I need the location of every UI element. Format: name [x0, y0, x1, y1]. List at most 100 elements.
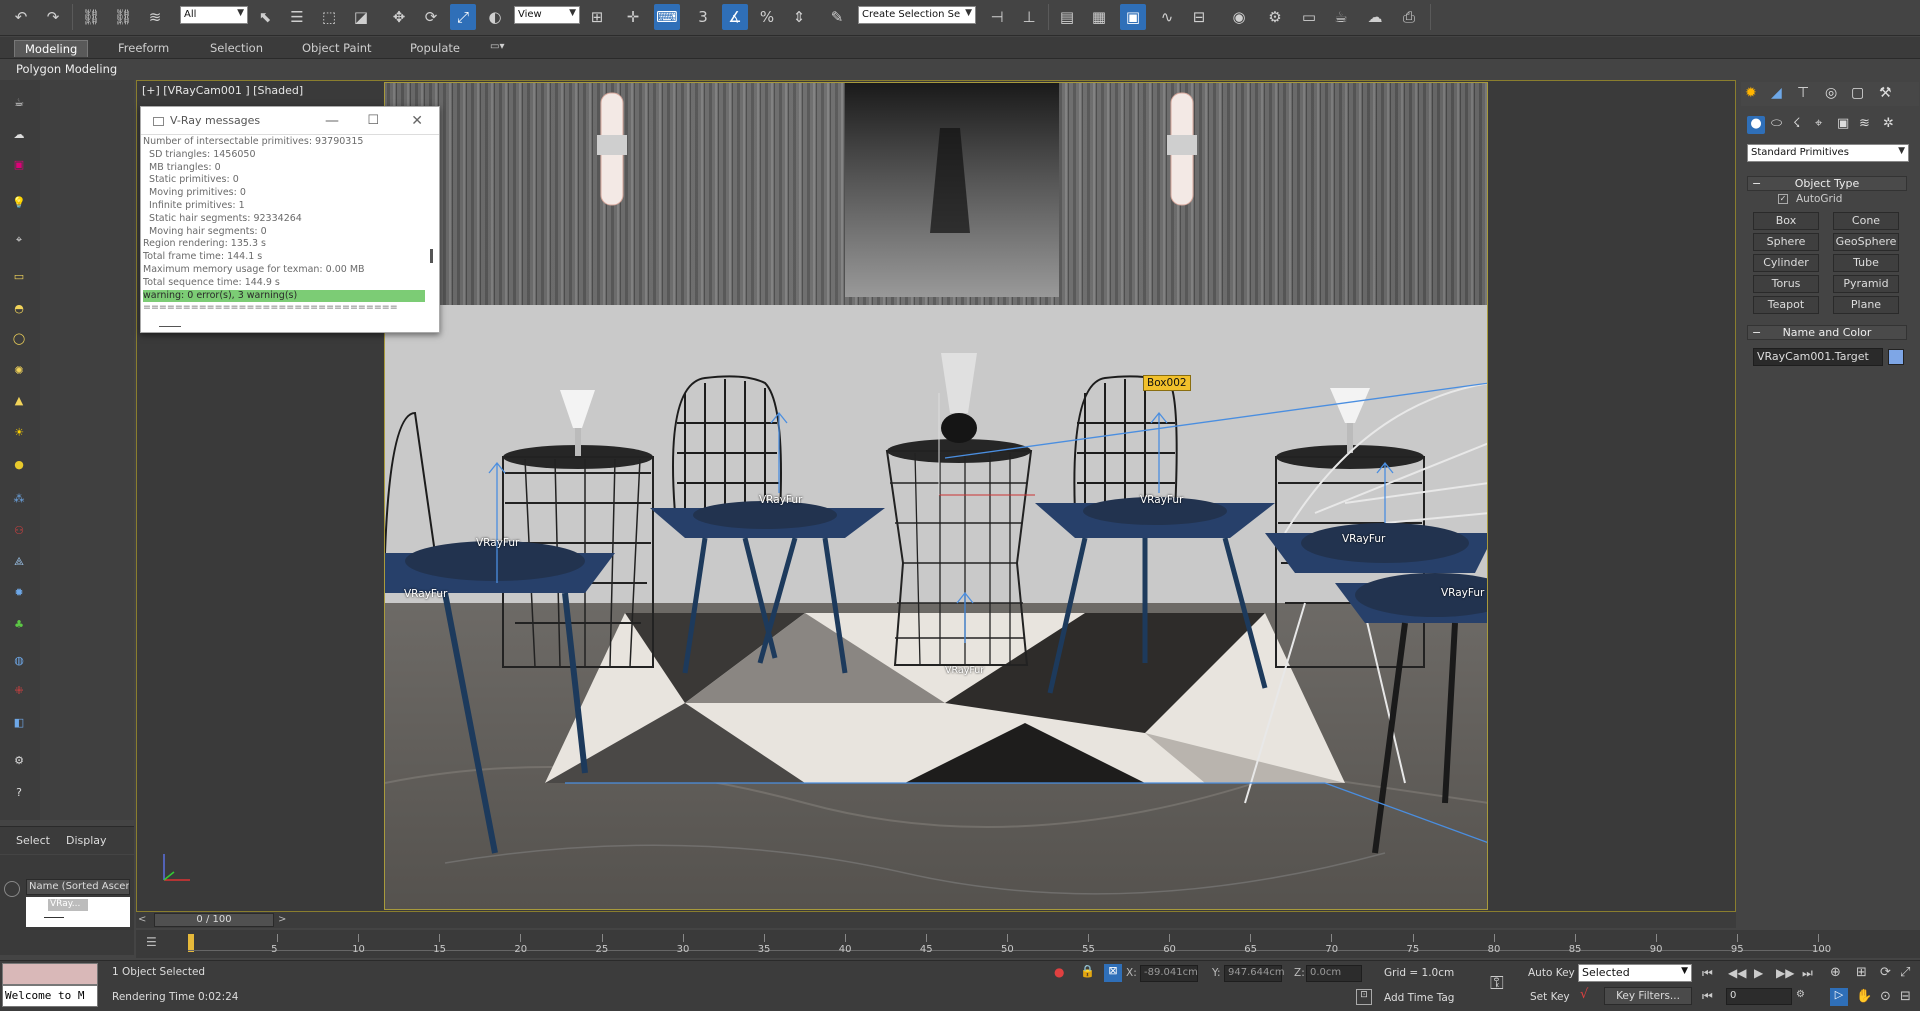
- systems-category-icon[interactable]: ✲: [1883, 116, 1894, 131]
- zoom-icon[interactable]: ⊕: [1830, 965, 1841, 980]
- rectangular-selection-icon[interactable]: ⬚: [316, 4, 342, 30]
- time-slider-thumb[interactable]: 0 / 100: [154, 913, 274, 927]
- set-key-button[interactable]: Set Key: [1530, 991, 1570, 1003]
- y-coordinate-field[interactable]: 947.644cm: [1224, 965, 1285, 982]
- align-icon[interactable]: ⊥: [1016, 4, 1042, 30]
- min-max-toggle-icon[interactable]: ⊟: [1900, 989, 1911, 1004]
- select-by-name-icon[interactable]: ☰: [284, 4, 310, 30]
- sphere-button[interactable]: Sphere: [1753, 233, 1819, 251]
- plant-icon[interactable]: ♣: [7, 612, 31, 636]
- next-key-icon[interactable]: ▶▶: [1776, 966, 1794, 980]
- polygon-modeling-label[interactable]: Polygon Modeling: [16, 62, 117, 76]
- sun-icon[interactable]: ☀: [7, 420, 31, 444]
- toggle-layer-explorer-icon[interactable]: ▦: [1086, 4, 1112, 30]
- auto-key-button[interactable]: Auto Key: [1528, 967, 1575, 979]
- reference-coordinate-dropdown[interactable]: View ▼: [514, 6, 580, 24]
- scale-icon[interactable]: ⤢: [450, 4, 476, 30]
- selection-filter-dropdown[interactable]: All ▼: [180, 6, 248, 24]
- vray-messages-window[interactable]: V-Ray messages — ☐ ✕ Number of intersect…: [140, 106, 440, 333]
- cameras-category-icon[interactable]: ⌖: [1815, 116, 1822, 131]
- object-name-field[interactable]: VRayCam001.Target: [1753, 348, 1883, 366]
- orbit-icon[interactable]: ⟳: [1880, 965, 1891, 980]
- zoom-all-icon[interactable]: ⊞: [1856, 965, 1867, 980]
- camera-icon[interactable]: ⌖: [7, 228, 31, 252]
- select-manipulate-icon[interactable]: ✛: [620, 4, 646, 30]
- tab-modeling[interactable]: Modeling: [14, 40, 89, 57]
- geosphere-button[interactable]: GeoSphere: [1833, 233, 1899, 251]
- rendered-frame-window-icon[interactable]: ▭: [1296, 4, 1322, 30]
- render-in-cloud-icon[interactable]: ☁: [1362, 4, 1388, 30]
- tab-display[interactable]: Display: [66, 834, 107, 847]
- walkthrough-icon[interactable]: ⊙: [1880, 989, 1891, 1004]
- image-icon[interactable]: ▣: [7, 152, 31, 176]
- material-editor-icon[interactable]: ◉: [1226, 4, 1252, 30]
- tab-object-paint[interactable]: Object Paint: [302, 40, 372, 57]
- minimize-icon[interactable]: —: [325, 107, 339, 135]
- disc-object-icon[interactable]: ◯: [7, 326, 31, 350]
- pyramid-button[interactable]: Pyramid: [1833, 275, 1899, 293]
- tab-freeform[interactable]: Freeform: [118, 40, 169, 57]
- spinner-snap-icon[interactable]: ⇕: [786, 4, 812, 30]
- color-balls-icon[interactable]: ⁜: [7, 678, 31, 702]
- key-icon[interactable]: ⚿: [1490, 973, 1504, 994]
- viewport-label[interactable]: [+] [VRayCam001 ] [Shaded]: [142, 84, 303, 97]
- motion-tab-icon[interactable]: ◎: [1825, 85, 1837, 101]
- key-curve-icon[interactable]: √: [1580, 987, 1588, 1002]
- tube-button[interactable]: Tube: [1833, 254, 1899, 272]
- angle-snap-icon[interactable]: ∡: [722, 4, 748, 30]
- helpers-category-icon[interactable]: ▣: [1837, 116, 1849, 131]
- previous-key-icon[interactable]: ◀◀: [1728, 966, 1746, 980]
- plane-button[interactable]: Plane: [1833, 296, 1899, 314]
- teapot-button[interactable]: Teapot: [1753, 296, 1819, 314]
- scrollbar-thumb[interactable]: [430, 249, 433, 263]
- window-crossing-icon[interactable]: ◪: [348, 4, 374, 30]
- toggle-scene-explorer-icon[interactable]: ▤: [1054, 4, 1080, 30]
- rollout-name-and-color[interactable]: − Name and Color: [1747, 325, 1907, 340]
- create-tab-icon[interactable]: ✹: [1745, 85, 1757, 101]
- select-and-link-icon[interactable]: ⛓: [78, 4, 104, 30]
- vfb-icon[interactable]: ◧: [7, 710, 31, 734]
- time-slider[interactable]: < 0 / 100 >: [136, 912, 1736, 928]
- light-bulb-icon[interactable]: 💡: [7, 190, 31, 214]
- geometry-category-icon[interactable]: ●: [1747, 116, 1765, 134]
- maximize-icon[interactable]: ☐: [367, 107, 379, 135]
- field-of-view-icon[interactable]: ▷: [1830, 988, 1848, 1006]
- ribbon-options-icon[interactable]: ▭▾: [490, 40, 504, 57]
- render-setup-icon[interactable]: ⚙: [1262, 4, 1288, 30]
- pan-icon[interactable]: ✋: [1856, 989, 1872, 1004]
- globe-icon[interactable]: ◍: [7, 648, 31, 672]
- curve-editor-icon[interactable]: ∿: [1154, 4, 1180, 30]
- percent-snap-icon[interactable]: %: [754, 4, 780, 30]
- maximize-viewport-icon[interactable]: ⤢: [1900, 965, 1910, 980]
- bind-space-warp-icon[interactable]: ≋: [142, 4, 168, 30]
- sphere-light-icon[interactable]: ●: [7, 452, 31, 476]
- move-icon[interactable]: ✥: [386, 4, 412, 30]
- isolate-icon[interactable]: ●: [1054, 965, 1064, 979]
- tab-select[interactable]: Select: [16, 834, 50, 847]
- next-frame-icon[interactable]: >: [278, 914, 286, 925]
- place-icon[interactable]: ◐: [482, 4, 508, 30]
- track-bar[interactable]: ☰ 5 10 15 20 25 30 35 40 45 50 55 60 65 70 75 80 85 90 95 1…: [136, 930, 1920, 958]
- add-time-tag[interactable]: Add Time Tag: [1384, 992, 1454, 1004]
- display-tab-icon[interactable]: ▢: [1851, 85, 1864, 101]
- x-coordinate-field[interactable]: -89.041cm: [1140, 965, 1198, 982]
- utilities-tab-icon[interactable]: ⚒: [1879, 85, 1892, 101]
- time-configuration-icon[interactable]: ⚙: [1796, 989, 1805, 1000]
- modify-tab-icon[interactable]: ◢: [1771, 85, 1782, 101]
- maxscript-listener-top[interactable]: [2, 963, 98, 985]
- torus-button[interactable]: Torus: [1753, 275, 1819, 293]
- primitive-category-dropdown[interactable]: Standard Primitives ▼: [1747, 144, 1909, 162]
- go-to-start-icon[interactable]: ⏮: [1702, 966, 1713, 981]
- autogrid-checkbox[interactable]: ✓: [1778, 194, 1788, 204]
- z-coordinate-field[interactable]: 0.0cm: [1306, 965, 1362, 982]
- key-filters-button[interactable]: Key Filters...: [1604, 987, 1692, 1005]
- cylinder-button[interactable]: Cylinder: [1753, 254, 1819, 272]
- cone-button[interactable]: Cone: [1833, 212, 1899, 230]
- settings-icon[interactable]: ⚙: [7, 748, 31, 772]
- render-production-icon[interactable]: ☕: [1328, 4, 1354, 30]
- undo-icon[interactable]: ↶: [8, 4, 34, 30]
- fur-icon[interactable]: ✺: [7, 358, 31, 382]
- tab-selection[interactable]: Selection: [210, 40, 263, 57]
- window-titlebar[interactable]: V-Ray messages — ☐ ✕: [141, 107, 439, 135]
- current-frame-field[interactable]: 0: [1726, 988, 1792, 1005]
